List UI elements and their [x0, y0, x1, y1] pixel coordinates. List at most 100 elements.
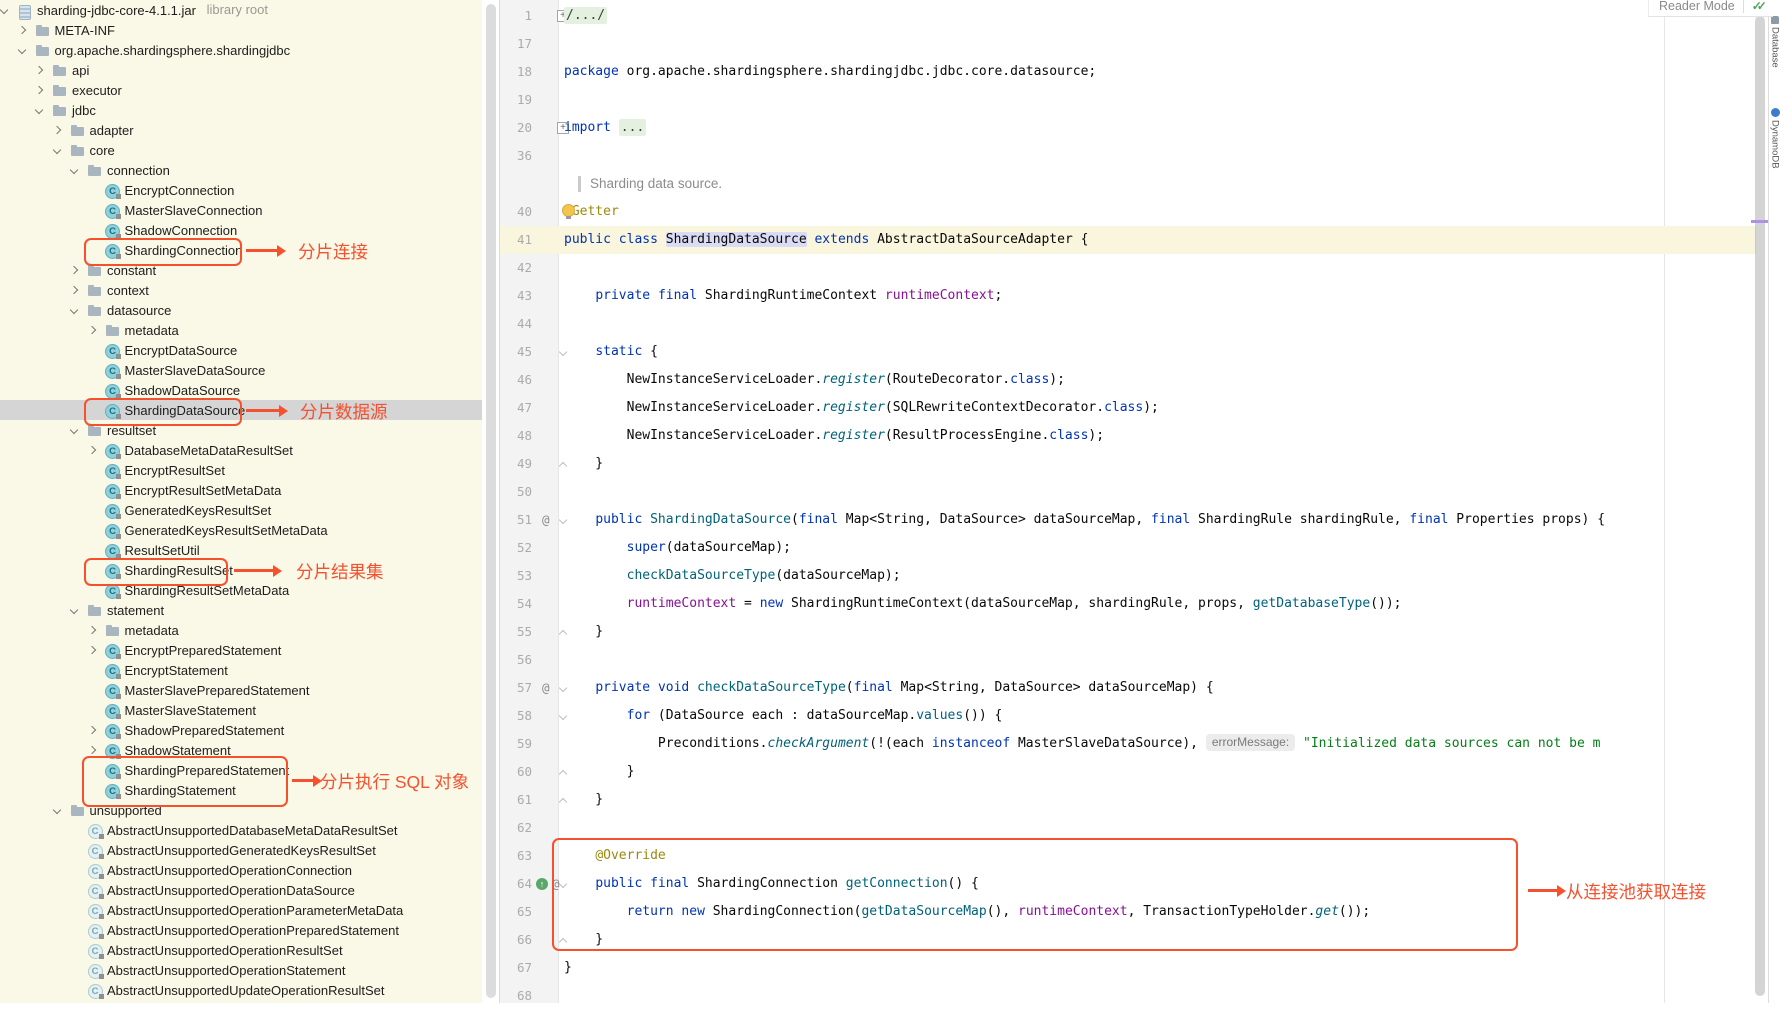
tree-item-executor[interactable]: executor	[0, 80, 482, 100]
tree-item-encryptstatement[interactable]: CEncryptStatement	[0, 660, 482, 680]
editor-line-45[interactable]: 45 static {	[500, 338, 1756, 366]
editor-line-42[interactable]: 42	[500, 254, 1756, 282]
chevron-down-icon[interactable]	[35, 106, 43, 114]
tree-item-encryptpreparedstatement[interactable]: CEncryptPreparedStatement	[0, 640, 482, 660]
tree-item-context[interactable]: context	[0, 280, 482, 300]
editor-line-41[interactable]: 41public class ShardingDataSource extend…	[500, 226, 1756, 254]
tree-item-masterslavepreparedstatement[interactable]: CMasterSlavePreparedStatement	[0, 680, 482, 700]
chevron-down-icon[interactable]	[70, 306, 78, 314]
chevron-right-icon[interactable]	[87, 746, 95, 754]
editor-line-46[interactable]: 46 NewInstanceServiceLoader.register(Rou…	[500, 366, 1756, 394]
chevron-down-icon[interactable]	[52, 806, 60, 814]
tree-item-core[interactable]: core	[0, 140, 482, 160]
editor-line-52[interactable]: 52 super(dataSourceMap);	[500, 534, 1756, 562]
tree-item-encryptresultset[interactable]: CEncryptResultSet	[0, 460, 482, 480]
chevron-right-icon[interactable]	[87, 726, 95, 734]
tree-item-statement[interactable]: statement	[0, 600, 482, 620]
tree-item-shadowconnection[interactable]: CShadowConnection	[0, 220, 482, 240]
tree-item-encryptconnection[interactable]: CEncryptConnection	[0, 180, 482, 200]
tree-item-generatedkeysresultsetmetadata[interactable]: CGeneratedKeysResultSetMetaData	[0, 520, 482, 540]
chevron-right-icon[interactable]	[87, 626, 95, 634]
editor-line-1[interactable]: 1+/.../	[500, 2, 1756, 30]
tree-item-abstractunsupportedoperationpreparedstatement[interactable]: CAbstractUnsupportedOperationPreparedSta…	[0, 920, 482, 940]
tree-item-abstractunsupporteddatabasemetadataresultset[interactable]: CAbstractUnsupportedDatabaseMetaDataResu…	[0, 820, 482, 840]
editor-line-44[interactable]: 44	[500, 310, 1756, 338]
tree-item-resultset[interactable]: resultset	[0, 420, 482, 440]
tree-item-encryptresultsetmetadata[interactable]: CEncryptResultSetMetaData	[0, 480, 482, 500]
tree-item-abstractunsupportedoperationparametermetadata[interactable]: CAbstractUnsupportedOperationParameterMe…	[0, 900, 482, 920]
editor-line-55[interactable]: 55 }	[500, 618, 1756, 646]
overriding-method-icon[interactable]: ↑	[536, 878, 548, 890]
tree-item-abstractunsupportedoperationconnection[interactable]: CAbstractUnsupportedOperationConnection	[0, 860, 482, 880]
tree-item-org.apache.shardingsphere.shardingjdbc[interactable]: org.apache.shardingsphere.shardingjdbc	[0, 40, 482, 60]
tree-item-shadowdatasource[interactable]: CShadowDataSource	[0, 380, 482, 400]
editor-line-40[interactable]: 40@Getter	[500, 198, 1756, 226]
editor-line-47[interactable]: 47 NewInstanceServiceLoader.register(SQL…	[500, 394, 1756, 422]
chevron-down-icon[interactable]	[70, 606, 78, 614]
intention-bulb-icon[interactable]	[562, 204, 575, 217]
tree-item-api[interactable]: api	[0, 60, 482, 80]
tree-item-masterslaveconnection[interactable]: CMasterSlaveConnection	[0, 200, 482, 220]
editor-line-51[interactable]: 51@ public ShardingDataSource(final Map<…	[500, 506, 1756, 534]
chevron-right-icon[interactable]	[52, 126, 60, 134]
chevron-down-icon[interactable]	[70, 426, 78, 434]
tree-scrollbar[interactable]	[486, 4, 496, 998]
editor-line-43[interactable]: 43 private final ShardingRuntimeContext …	[500, 282, 1756, 310]
editor-line-36[interactable]: 36	[500, 142, 1756, 170]
editor-line-58[interactable]: 58 for (DataSource each : dataSourceMap.…	[500, 702, 1756, 730]
chevron-right-icon[interactable]	[87, 326, 95, 334]
tree-item-adapter[interactable]: adapter	[0, 120, 482, 140]
chevron-down-icon[interactable]	[17, 46, 25, 54]
chevron-right-icon[interactable]	[17, 26, 25, 34]
tool-tab-dynamodb[interactable]: DynamoDB	[1769, 108, 1780, 169]
reader-mode-toggle[interactable]: Reader Mode ✓✓	[1648, 0, 1773, 17]
chevron-right-icon[interactable]	[70, 266, 78, 274]
editor-line-18[interactable]: 18package org.apache.shardingsphere.shar…	[500, 58, 1756, 86]
chevron-down-icon[interactable]	[0, 6, 8, 14]
tree-item-abstractunsupportedoperationresultset[interactable]: CAbstractUnsupportedOperationResultSet	[0, 940, 482, 960]
editor-line-68[interactable]: 68	[500, 982, 1756, 1010]
editor-line-67[interactable]: 67}	[500, 954, 1756, 982]
chevron-right-icon[interactable]	[35, 86, 43, 94]
tree-item-masterslavestatement[interactable]: CMasterSlaveStatement	[0, 700, 482, 720]
tree-item-metadata[interactable]: metadata	[0, 620, 482, 640]
tree-item-shardingresultsetmetadata[interactable]: CShardingResultSetMetaData	[0, 580, 482, 600]
editor-line-56[interactable]: 56	[500, 646, 1756, 674]
chevron-right-icon[interactable]	[87, 646, 95, 654]
tree-item-constant[interactable]: constant	[0, 260, 482, 280]
chevron-right-icon[interactable]	[70, 286, 78, 294]
chevron-down-icon[interactable]	[70, 166, 78, 174]
editor-line-20[interactable]: 20+import ...	[500, 114, 1756, 142]
annotation-gutter-icon[interactable]: @	[542, 674, 550, 702]
editor-line-53[interactable]: 53 checkDataSourceType(dataSourceMap);	[500, 562, 1756, 590]
editor-line-57[interactable]: 57@ private void checkDataSourceType(fin…	[500, 674, 1756, 702]
tree-item-metadata[interactable]: metadata	[0, 320, 482, 340]
editor-line-48[interactable]: 48 NewInstanceServiceLoader.register(Res…	[500, 422, 1756, 450]
editor-line-17[interactable]: 17	[500, 30, 1756, 58]
tree-item-generatedkeysresultset[interactable]: CGeneratedKeysResultSet	[0, 500, 482, 520]
tree-item-resultsetutil[interactable]: CResultSetUtil	[0, 540, 482, 560]
inspections-ok-icon[interactable]: ✓✓	[1752, 0, 1767, 13]
tree-item-connection[interactable]: connection	[0, 160, 482, 180]
editor-line-19[interactable]: 19	[500, 86, 1756, 114]
rendered-doc-line[interactable]: Sharding data source.	[500, 170, 1756, 198]
annotation-gutter-icon[interactable]: @	[542, 506, 550, 534]
tree-item-jdbc[interactable]: jdbc	[0, 100, 482, 120]
tree-item-abstractunsupportedoperationdatasource[interactable]: CAbstractUnsupportedOperationDataSource	[0, 880, 482, 900]
tree-item-sharding-jdbc-core-4.1.1.jar[interactable]: sharding-jdbc-core-4.1.1.jar library roo…	[0, 0, 482, 20]
tree-item-abstractunsupportedupdateoperationresultset[interactable]: CAbstractUnsupportedUpdateOperationResul…	[0, 980, 482, 1000]
editor-line-54[interactable]: 54 runtimeContext = new ShardingRuntimeC…	[500, 590, 1756, 618]
editor-line-61[interactable]: 61 }	[500, 786, 1756, 814]
tree-item-encryptdatasource[interactable]: CEncryptDataSource	[0, 340, 482, 360]
tree-item-datasource[interactable]: datasource	[0, 300, 482, 320]
editor-line-50[interactable]: 50	[500, 478, 1756, 506]
chevron-down-icon[interactable]	[52, 146, 60, 154]
tree-item-masterslavedatasource[interactable]: CMasterSlaveDataSource	[0, 360, 482, 380]
chevron-right-icon[interactable]	[87, 446, 95, 454]
chevron-right-icon[interactable]	[35, 66, 43, 74]
tree-item-meta-inf[interactable]: META-INF	[0, 20, 482, 40]
editor-line-60[interactable]: 60 }	[500, 758, 1756, 786]
editor-scrollbar[interactable]	[1755, 16, 1765, 996]
tree-item-shadowpreparedstatement[interactable]: CShadowPreparedStatement	[0, 720, 482, 740]
tree-item-abstractunsupportedoperationstatement[interactable]: CAbstractUnsupportedOperationStatement	[0, 960, 482, 980]
